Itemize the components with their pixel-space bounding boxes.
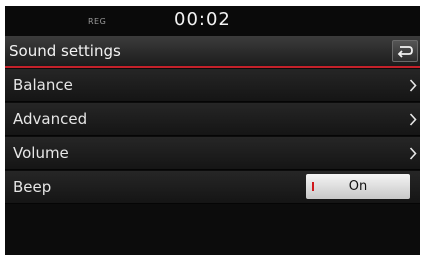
menu-item-label: Beep — [13, 178, 52, 196]
title-bar: Sound settings — [5, 36, 420, 66]
clock: 00:02 — [174, 9, 231, 30]
reg-indicator: REG — [88, 17, 107, 26]
chevron-right-icon — [409, 147, 417, 160]
screen: REG 00:02 Sound settings Balance Advance… — [5, 6, 420, 255]
menu-item-label: Advanced — [13, 110, 88, 128]
toggle-label: On — [348, 179, 368, 194]
beep-toggle[interactable]: On — [306, 174, 410, 199]
status-bar: REG 00:02 — [5, 6, 420, 36]
chevron-right-icon — [409, 113, 417, 126]
menu-item-beep: Beep On — [5, 171, 420, 204]
menu-item-balance[interactable]: Balance — [5, 69, 420, 102]
menu-item-label: Balance — [13, 76, 73, 94]
back-arrow-icon — [397, 46, 413, 58]
back-button[interactable] — [392, 40, 418, 62]
title-accent-line — [5, 66, 420, 68]
menu-item-label: Volume — [13, 144, 69, 162]
chevron-right-icon — [409, 79, 417, 92]
menu-item-advanced[interactable]: Advanced — [5, 103, 420, 136]
menu-item-volume[interactable]: Volume — [5, 137, 420, 170]
page-title: Sound settings — [9, 42, 121, 60]
